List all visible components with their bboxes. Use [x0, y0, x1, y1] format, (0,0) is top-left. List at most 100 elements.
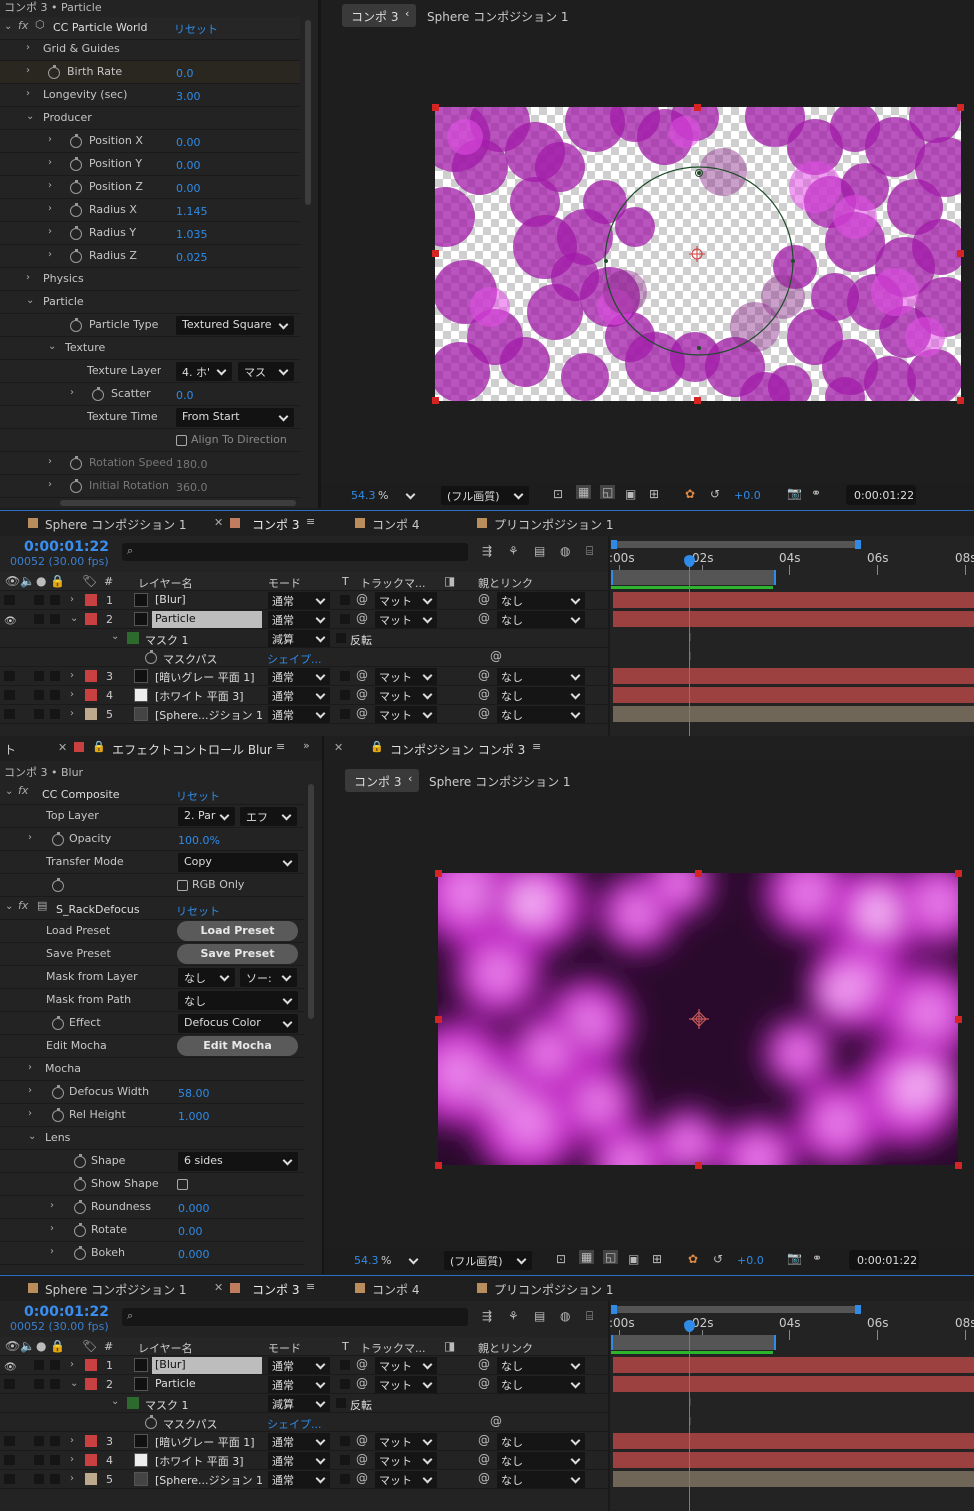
effect-param-row[interactable]: ⌄ Lens	[0, 1127, 304, 1150]
stopwatch-icon[interactable]	[52, 1085, 64, 1099]
graph-editor-icon[interactable]: ⌸	[586, 544, 593, 559]
chevron-right-icon[interactable]: ›	[28, 832, 32, 843]
timeline-tab[interactable]: Sphere コンポジション 1	[45, 516, 187, 533]
zoom-dropdown[interactable]	[399, 486, 421, 505]
matte-source-icon[interactable]: @	[356, 706, 368, 720]
effect-param-row[interactable]: ⌄ Particle	[0, 291, 300, 314]
comp-breadcrumb[interactable]: Sphere コンポジション 1	[427, 8, 569, 25]
visibility-toggle[interactable]	[4, 690, 15, 700]
effect-param-row[interactable]: › Radius X 1.145	[0, 199, 300, 222]
param-value[interactable]: 0.00	[178, 1225, 203, 1238]
layer-duration-bar[interactable]	[613, 592, 974, 608]
track-matte-dropdown[interactable]: マット	[375, 1376, 437, 1393]
layer-name-header[interactable]: レイヤー名	[138, 575, 193, 591]
bbox-handle[interactable]	[695, 1162, 702, 1169]
timeline-tab[interactable]: Sphere コンポジション 1	[45, 1281, 187, 1298]
chevron-down-icon[interactable]: ⌄	[28, 1131, 36, 1142]
guides-icon[interactable]: ⊞	[652, 1252, 662, 1266]
effect-param-row[interactable]: ⌄ Producer	[0, 107, 300, 130]
label-color[interactable]	[85, 1435, 97, 1447]
lock-toggle[interactable]	[50, 1436, 60, 1446]
graph-editor-icon[interactable]: ⌸	[586, 1309, 593, 1324]
effect-param-row[interactable]: Shape 6 sides	[0, 1150, 304, 1173]
solo-toggle[interactable]	[34, 1455, 44, 1465]
lock-toggle[interactable]	[50, 1360, 60, 1370]
effect-param-row[interactable]: Mask from Path なし	[0, 989, 304, 1012]
param-dropdown[interactable]: なし	[178, 991, 298, 1010]
layer-duration-bar[interactable]	[613, 1357, 974, 1373]
parent-dropdown[interactable]: なし	[497, 687, 585, 704]
pickwhip-icon[interactable]: @	[478, 668, 490, 682]
chevron-right-icon[interactable]: ›	[70, 1473, 74, 1484]
bbox-handle[interactable]	[435, 870, 442, 877]
zoom-dropdown[interactable]	[402, 1251, 424, 1270]
blend-mode-dropdown[interactable]: 通常	[268, 1471, 330, 1488]
chevron-right-icon[interactable]: ›	[70, 708, 74, 719]
t-header[interactable]: T	[342, 1340, 349, 1353]
param-value[interactable]: 0.000	[178, 1248, 210, 1261]
layer-duration-bar[interactable]	[613, 611, 974, 627]
matte-source-icon[interactable]: @	[356, 1357, 368, 1371]
work-area-start[interactable]	[611, 540, 617, 549]
effect-param-row[interactable]: › Radius Y 1.035	[0, 222, 300, 245]
label-color[interactable]	[85, 1359, 97, 1371]
effect-param-row[interactable]: › Defocus Width 58.00	[0, 1081, 304, 1104]
effect-param-row[interactable]: Align To Direction	[0, 429, 300, 452]
playhead[interactable]	[689, 557, 690, 736]
mask-name[interactable]: マスク 1	[145, 632, 189, 648]
param-value[interactable]: 1.035	[176, 228, 208, 241]
effect-param-row[interactable]: › Mocha	[0, 1058, 304, 1081]
lock-toggle[interactable]	[50, 671, 60, 681]
effect-param-row[interactable]: › Scatter 0.0	[0, 383, 300, 406]
source-dropdown[interactable]: ソー:	[240, 968, 297, 987]
menu-icon[interactable]: ≡	[306, 1280, 315, 1293]
mask-shape-link[interactable]: シェイプ...	[267, 651, 322, 667]
stopwatch-icon[interactable]	[70, 134, 82, 148]
blend-mode-dropdown[interactable]: 通常	[268, 611, 330, 628]
chevron-right-icon[interactable]: ›	[48, 249, 52, 260]
audio-icon[interactable]: 🔈	[20, 1339, 35, 1353]
label-color[interactable]	[85, 1473, 97, 1485]
reset-link[interactable]: リセット	[176, 788, 220, 804]
blend-mode-dropdown[interactable]: 通常	[268, 592, 330, 609]
stopwatch-icon[interactable]	[74, 1200, 86, 1214]
stopwatch-icon[interactable]	[74, 1223, 86, 1237]
comp-mini-flowchart-icon[interactable]: ⇶	[482, 1309, 492, 1323]
current-timecode[interactable]: 0:00:01:22	[24, 1304, 109, 1320]
visibility-toggle[interactable]	[4, 709, 15, 719]
chevron-right-icon[interactable]: ›	[70, 689, 74, 700]
camera-icon[interactable]: 📷	[787, 486, 802, 500]
lock-toggle[interactable]	[50, 690, 60, 700]
parent-dropdown[interactable]: なし	[497, 1433, 585, 1450]
effect-param-row[interactable]: ⌄ Texture	[0, 337, 300, 360]
composition-canvas[interactable]	[438, 873, 958, 1165]
composition-canvas[interactable]	[435, 107, 961, 401]
effect-param-row[interactable]: › Grid & Guides	[0, 38, 300, 61]
label-color[interactable]	[85, 708, 97, 720]
layer-name[interactable]: [Sphere...ジション 1]	[152, 706, 262, 723]
chevron-left-icon[interactable]: ‹	[405, 7, 409, 20]
layer-name[interactable]: Particle	[152, 1376, 262, 1393]
solo-toggle[interactable]	[34, 1474, 44, 1484]
menu-icon[interactable]: ≡	[532, 740, 541, 753]
chevron-down-icon[interactable]: ⌄	[4, 21, 12, 32]
track-matte-dropdown[interactable]: マット	[375, 592, 437, 609]
effect-param-row[interactable]: Top Layer 2. Par エフ	[0, 805, 304, 828]
preserve-transparency-box[interactable]	[340, 1379, 350, 1389]
lock-toggle[interactable]	[50, 1379, 60, 1389]
eye-icon[interactable]: 👁	[5, 574, 20, 588]
param-value[interactable]: 58.00	[178, 1087, 210, 1100]
rectangle-icon[interactable]: ▣	[628, 1252, 639, 1266]
close-icon[interactable]: ✕	[214, 1281, 223, 1294]
timecode-display[interactable]: 0:00:01:22	[849, 1250, 919, 1270]
stopwatch-icon[interactable]	[52, 1016, 64, 1030]
viewer-tab[interactable]: コンポ 3 ‹	[342, 4, 416, 27]
stopwatch-icon[interactable]	[70, 226, 82, 240]
transparency-grid-icon[interactable]: ▦	[579, 1250, 595, 1264]
lock-toggle[interactable]	[50, 1474, 60, 1484]
quality-dropdown[interactable]: (フル画質)	[441, 486, 529, 505]
invert-checkbox[interactable]	[336, 1398, 346, 1408]
matte-source-icon[interactable]: @	[356, 1452, 368, 1466]
mask-path-icon[interactable]: ◱	[600, 485, 616, 499]
fx-icon[interactable]: fx	[18, 899, 28, 912]
